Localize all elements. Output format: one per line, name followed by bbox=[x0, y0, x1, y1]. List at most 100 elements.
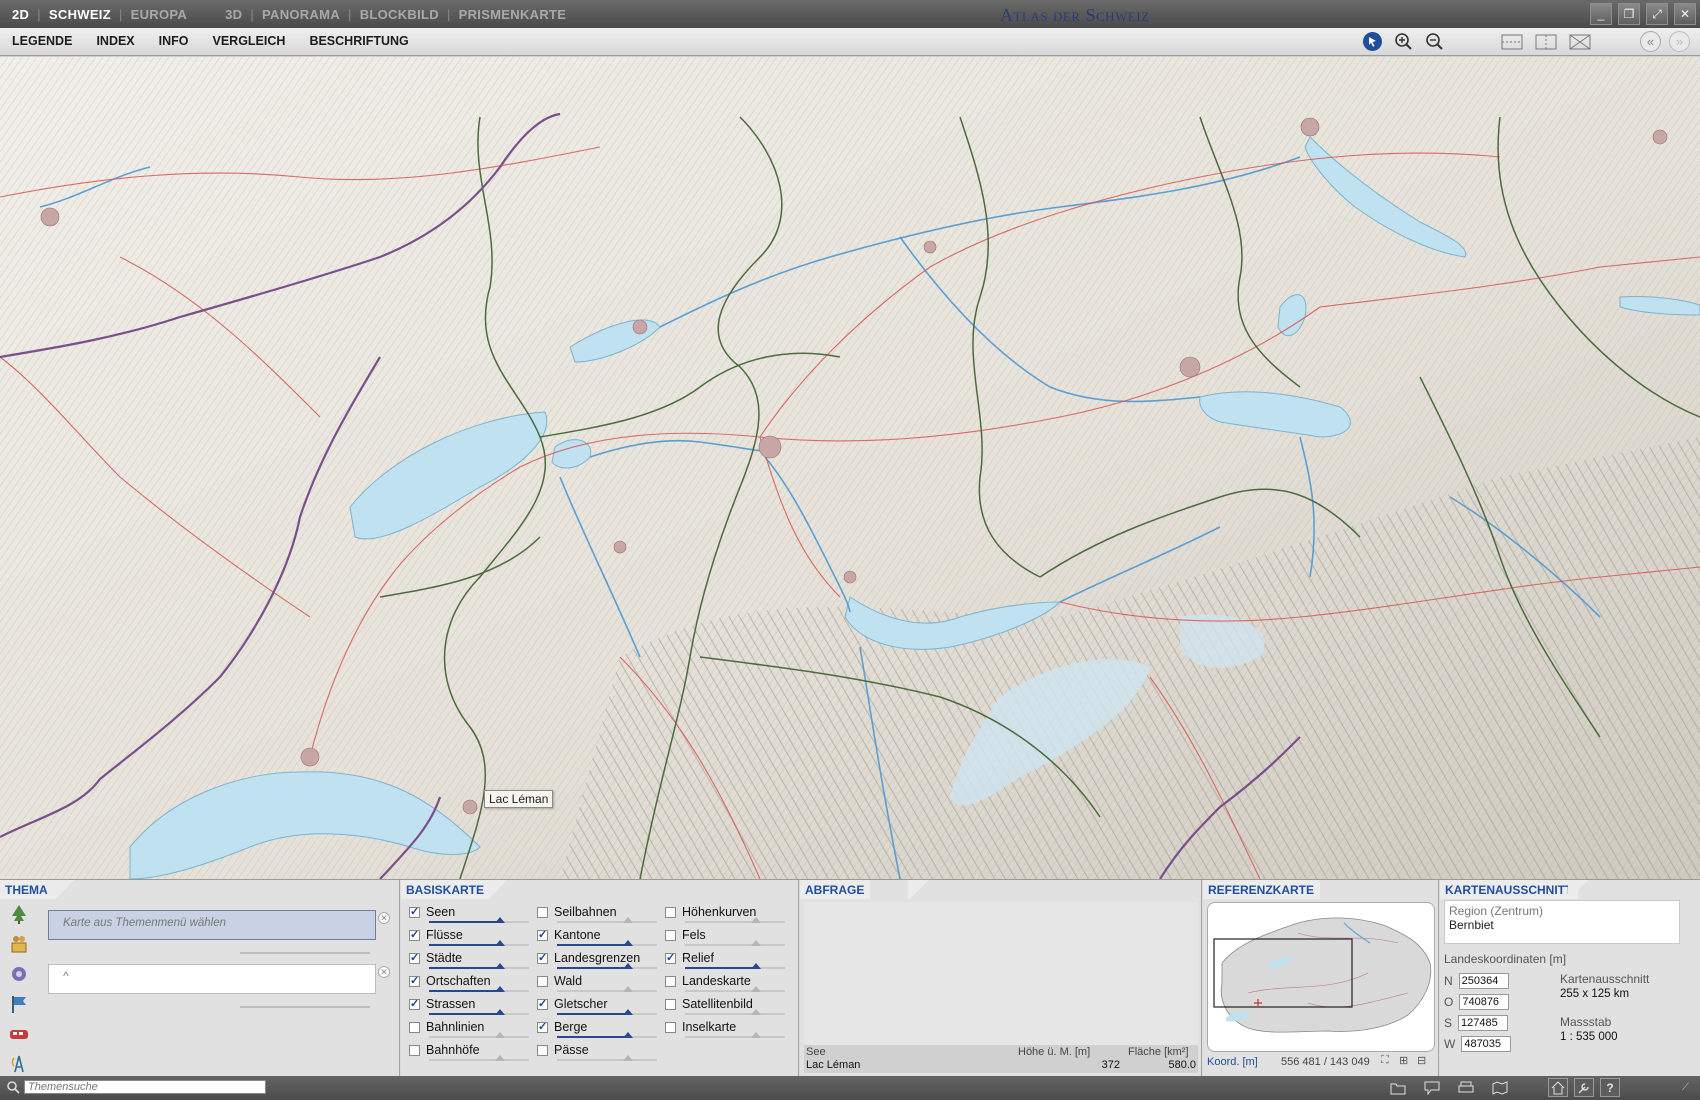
checkbox[interactable] bbox=[409, 997, 420, 1010]
resize-grip-icon[interactable]: ⟋ bbox=[1682, 1082, 1689, 1093]
economy-category-button[interactable] bbox=[6, 962, 32, 986]
layer-opacity-slider[interactable] bbox=[557, 1009, 657, 1015]
layer-toggle[interactable]: Kantone bbox=[537, 927, 657, 946]
layer-opacity-slider[interactable] bbox=[685, 1009, 785, 1015]
layer-opacity-slider[interactable] bbox=[557, 1032, 657, 1038]
close-button[interactable]: ✕ bbox=[1674, 3, 1696, 25]
layer-toggle[interactable]: Seen bbox=[409, 904, 529, 923]
checkbox[interactable] bbox=[537, 1020, 548, 1033]
layer-opacity-slider[interactable] bbox=[685, 963, 785, 969]
layer-toggle[interactable]: Inselkarte bbox=[665, 1019, 785, 1038]
horizontal-split-button[interactable] bbox=[1500, 31, 1524, 52]
vertical-split-button[interactable] bbox=[1534, 31, 1558, 52]
transport-category-button[interactable] bbox=[6, 1022, 32, 1046]
layer-toggle[interactable]: Bahnhöfe bbox=[409, 1042, 529, 1061]
select-tool-button[interactable] bbox=[1362, 31, 1383, 52]
layer-toggle[interactable]: Wald bbox=[537, 973, 657, 992]
theme-search-input[interactable]: Themensuche bbox=[24, 1080, 266, 1094]
slider-handle[interactable] bbox=[495, 963, 505, 969]
mode-2d[interactable]: 2D bbox=[12, 7, 29, 22]
forward-button[interactable]: » bbox=[1669, 31, 1690, 52]
checkbox[interactable] bbox=[537, 975, 548, 987]
layer-toggle[interactable]: Landeskarte bbox=[665, 973, 785, 992]
layer-toggle[interactable]: Berge bbox=[537, 1019, 657, 1038]
layer-opacity-slider[interactable] bbox=[429, 1032, 529, 1038]
map-canvas[interactable] bbox=[0, 57, 1700, 879]
second-theme-slider[interactable] bbox=[240, 1006, 370, 1008]
slider-handle[interactable] bbox=[751, 940, 761, 946]
slider-handle[interactable] bbox=[623, 1009, 633, 1015]
checkbox[interactable] bbox=[537, 1044, 548, 1056]
back-button[interactable]: « bbox=[1640, 31, 1661, 52]
help-button[interactable]: ? bbox=[1600, 1078, 1620, 1097]
coord-o-input[interactable]: 740876 bbox=[1459, 994, 1510, 1010]
layer-opacity-slider[interactable] bbox=[557, 917, 657, 923]
tab-prismenkarte[interactable]: PRISMENKARTE bbox=[459, 7, 567, 22]
politics-category-button[interactable] bbox=[6, 992, 32, 1016]
slider-handle[interactable] bbox=[623, 917, 633, 923]
clear-theme-button[interactable]: ✕ bbox=[378, 912, 390, 924]
layer-toggle[interactable]: Pässe bbox=[537, 1042, 657, 1061]
layer-toggle[interactable]: Flüsse bbox=[409, 927, 529, 946]
second-theme-field[interactable]: ^ bbox=[48, 964, 376, 994]
layer-toggle[interactable]: Bahnlinien bbox=[409, 1019, 529, 1038]
tab-europa[interactable]: EUROPA bbox=[131, 7, 187, 22]
layer-toggle[interactable]: Ortschaften bbox=[409, 973, 529, 992]
tab-blockbild[interactable]: BLOCKBILD bbox=[360, 7, 439, 22]
layer-toggle[interactable]: Relief bbox=[665, 950, 785, 969]
layer-opacity-slider[interactable] bbox=[685, 940, 785, 946]
minimize-button[interactable]: _ bbox=[1590, 3, 1612, 25]
comment-button[interactable] bbox=[1422, 1078, 1442, 1097]
tools-button[interactable] bbox=[1574, 1078, 1594, 1097]
checkbox[interactable] bbox=[409, 1044, 420, 1056]
society-category-button[interactable] bbox=[6, 932, 32, 956]
expand-icon[interactable]: ⛶ bbox=[1381, 1054, 1389, 1067]
zoom-out-button[interactable] bbox=[1424, 31, 1445, 52]
slider-handle[interactable] bbox=[495, 1032, 505, 1038]
checkbox[interactable] bbox=[665, 1021, 676, 1033]
energy-category-button[interactable] bbox=[6, 1052, 32, 1076]
checkbox[interactable] bbox=[409, 905, 420, 918]
layer-opacity-slider[interactable] bbox=[429, 940, 529, 946]
checkbox[interactable] bbox=[665, 929, 676, 941]
slider-handle[interactable] bbox=[751, 963, 761, 969]
layer-opacity-slider[interactable] bbox=[429, 1009, 529, 1015]
coord-w-input[interactable]: 487035 bbox=[1461, 1036, 1512, 1052]
layer-toggle[interactable]: Gletscher bbox=[537, 996, 657, 1015]
checkbox[interactable] bbox=[665, 906, 676, 918]
checkbox[interactable] bbox=[665, 975, 676, 987]
layer-opacity-slider[interactable] bbox=[685, 1032, 785, 1038]
slider-handle[interactable] bbox=[751, 986, 761, 992]
slider-handle[interactable] bbox=[623, 1055, 633, 1061]
theme-map-field[interactable]: Karte aus Themenmenü wählen bbox=[48, 910, 376, 940]
layer-toggle[interactable]: Fels bbox=[665, 927, 785, 946]
slider-handle[interactable] bbox=[495, 1009, 505, 1015]
checkbox[interactable] bbox=[537, 906, 548, 918]
layer-opacity-slider[interactable] bbox=[429, 986, 529, 992]
layer-opacity-slider[interactable] bbox=[557, 986, 657, 992]
checkbox[interactable] bbox=[409, 1021, 420, 1033]
slider-handle[interactable] bbox=[495, 917, 505, 923]
checkbox[interactable] bbox=[665, 998, 676, 1010]
slider-handle[interactable] bbox=[623, 963, 633, 969]
mode-3d[interactable]: 3D bbox=[225, 7, 242, 22]
layer-toggle[interactable]: Satellitenbild bbox=[665, 996, 785, 1015]
slider-handle[interactable] bbox=[495, 940, 505, 946]
slider-handle[interactable] bbox=[751, 917, 761, 923]
checkbox[interactable] bbox=[537, 951, 548, 964]
home-button[interactable] bbox=[1548, 1078, 1568, 1097]
layer-opacity-slider[interactable] bbox=[429, 963, 529, 969]
coord-s-input[interactable]: 127485 bbox=[1458, 1015, 1509, 1031]
coord-n-input[interactable]: 250364 bbox=[1458, 973, 1509, 989]
layer-opacity-slider[interactable] bbox=[557, 963, 657, 969]
open-button[interactable] bbox=[1388, 1078, 1408, 1097]
fullscreen-button[interactable]: ⤢ bbox=[1646, 3, 1668, 25]
slider-handle[interactable] bbox=[751, 1032, 761, 1038]
slider-handle[interactable] bbox=[495, 986, 505, 992]
layer-toggle[interactable]: Strassen bbox=[409, 996, 529, 1015]
reference-map-canvas[interactable] bbox=[1208, 903, 1435, 1052]
reference-map[interactable] bbox=[1207, 902, 1435, 1052]
checkbox[interactable] bbox=[409, 974, 420, 987]
theme-opacity-slider[interactable] bbox=[240, 952, 370, 954]
checkbox[interactable] bbox=[537, 928, 548, 941]
